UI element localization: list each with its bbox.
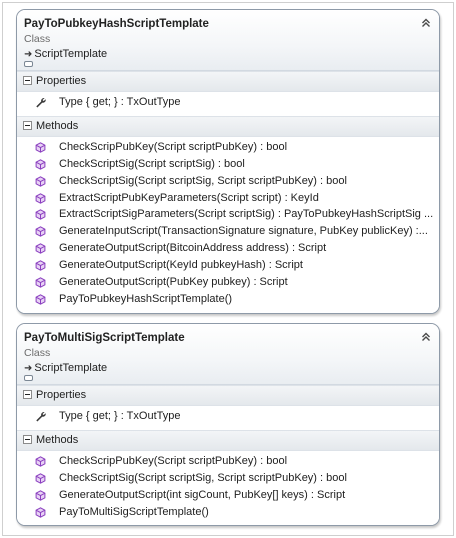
methods-list: CheckScripPubKey(Script scriptPubKey) : … [17,136,439,313]
method-signature: CheckScripPubKey(Script scriptPubKey) : … [59,140,288,153]
class-header[interactable]: PayToPubkeyHashScriptTemplate Class ➜ Scr… [17,10,439,71]
class-stereotype: Class [24,347,51,359]
method-icon [35,142,46,153]
method-row[interactable]: GenerateOutputScript(PubKey pubkey) : Sc… [17,275,439,292]
wrench-icon [36,412,46,422]
methods-list: CheckScripPubKey(Script scriptPubKey) : … [17,450,439,526]
method-row[interactable]: PayToMultiSigScriptTemplate() [17,505,439,522]
method-icon [35,192,46,204]
method-icon [35,506,46,518]
method-row[interactable]: CheckScriptSig(Script scriptSig, Script … [17,174,439,191]
class-header[interactable]: PayToMultiSigScriptTemplate Class ➜ Scrip… [17,324,439,385]
method-signature: PayToPubkeyHashScriptTemplate() [59,292,233,305]
method-row[interactable]: ExtractScriptPubKeyParameters(Script scr… [17,191,439,208]
method-signature: GenerateOutputScript(BitcoinAddress addr… [59,242,327,255]
method-row[interactable]: CheckScripPubKey(Script scriptPubKey) : … [17,140,439,157]
method-icon [35,473,46,484]
class-stereotype: Class [24,33,51,45]
method-row[interactable]: GenerateOutputScript(BitcoinAddress addr… [17,241,439,258]
section-title: Properties [36,75,87,87]
method-row[interactable]: PayToPubkeyHashScriptTemplate() [17,292,439,309]
section-title: Properties [36,389,87,401]
method-icon [35,243,46,255]
collapse-toggle-icon[interactable] [23,434,32,444]
method-signature: CheckScripPubKey(Script scriptPubKey) : … [59,454,288,467]
method-row[interactable]: CheckScriptSig(Script scriptSig, Script … [17,471,439,488]
inheritance-arrow-icon: ➜ [24,49,33,60]
base-class-name: ScriptTemplate [34,362,108,374]
method-row[interactable]: GenerateOutputScript(KeyId pubkeyHash) :… [17,258,439,275]
method-icon [35,209,46,221]
property-row[interactable]: Type { get; } : TxOutType [17,409,439,426]
method-icon [35,277,46,288]
method-signature: GenerateOutputScript(PubKey pubkey) : Sc… [59,276,288,289]
wrench-icon [36,98,46,108]
method-row[interactable]: CheckScripPubKey(Script scriptPubKey) : … [17,454,439,471]
inheritance-arrow-icon: ➜ [24,363,33,374]
method-icon [35,456,46,467]
base-toggle-icon[interactable] [24,61,33,67]
properties-section-header[interactable]: Properties [17,385,439,406]
collapse-toggle-icon[interactable] [23,120,32,130]
method-signature: GenerateOutputScript(KeyId pubkeyHash) :… [59,259,303,272]
method-signature: PayToMultiSigScriptTemplate() [59,505,209,518]
method-signature: GenerateInputScript(TransactionSignature… [59,225,428,238]
method-signature: GenerateOutputScript(int sigCount, PubKe… [59,488,346,501]
class-title: PayToMultiSigScriptTemplate [24,332,185,344]
method-icon [35,489,46,501]
methods-section-header[interactable]: Methods [17,115,439,137]
collapse-toggle-icon[interactable] [23,390,32,399]
collapse-chevron-icon[interactable] [421,18,431,28]
base-class-name: ScriptTemplate [34,48,108,60]
method-row[interactable]: ExtractScriptSigParameters(Script script… [17,207,439,224]
method-icon [35,226,46,238]
base-class: ➜ ScriptTemplate [24,48,107,60]
method-signature: ExtractScriptSigParameters(Script script… [59,208,434,221]
method-icon [35,294,46,305]
method-signature: CheckScriptSig(Script scriptSig, Script … [59,471,347,484]
properties-list: Type { get; } : TxOutType [17,92,439,116]
method-row[interactable]: GenerateInputScript(TransactionSignature… [17,224,439,241]
collapse-toggle-icon[interactable] [23,76,32,85]
method-signature: CheckScriptSig(Script scriptSig, Script … [59,174,347,187]
properties-list: Type { get; } : TxOutType [17,406,439,430]
method-row[interactable]: GenerateOutputScript(int sigCount, PubKe… [17,488,439,505]
method-icon [35,159,46,170]
section-title: Methods [36,433,79,446]
properties-section-header[interactable]: Properties [17,71,439,92]
method-signature: ExtractScriptPubKeyParameters(Script scr… [59,191,319,204]
method-icon [35,260,46,271]
method-signature: CheckScriptSig(Script scriptSig) : bool [59,157,245,170]
property-signature: Type { get; } : TxOutType [59,96,181,108]
collapse-chevron-icon[interactable] [421,332,431,342]
property-row[interactable]: Type { get; } : TxOutType [17,95,439,112]
base-class: ➜ ScriptTemplate [24,362,107,374]
class-title: PayToPubkeyHashScriptTemplate [24,18,209,30]
base-toggle-icon[interactable] [24,375,33,381]
section-title: Methods [36,119,79,132]
methods-section-header[interactable]: Methods [17,429,439,451]
method-icon [35,175,46,187]
class-card: PayToMultiSigScriptTemplate Class ➜ Scrip… [16,323,440,527]
property-signature: Type { get; } : TxOutType [59,410,181,422]
method-row[interactable]: CheckScriptSig(Script scriptSig) : bool [17,157,439,174]
class-card: PayToPubkeyHashScriptTemplate Class ➜ Scr… [16,9,440,314]
